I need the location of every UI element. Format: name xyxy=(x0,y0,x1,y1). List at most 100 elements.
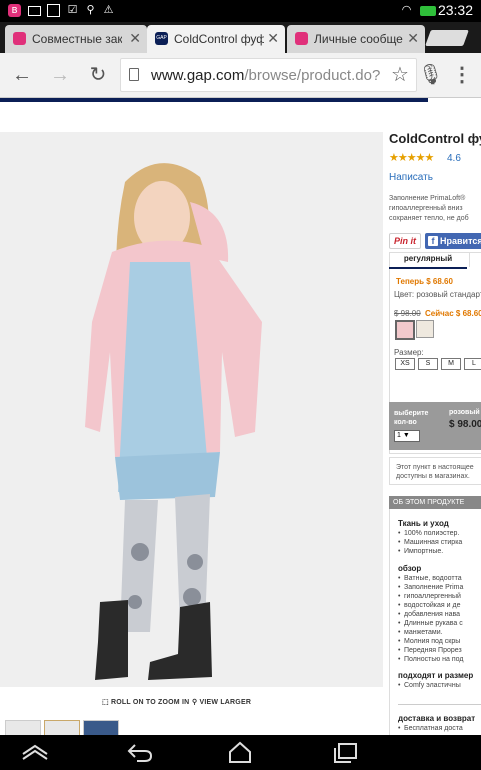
shipping-item: Бесплатная доста xyxy=(398,725,463,733)
facebook-like-button[interactable]: f Нравится xyxy=(425,233,481,249)
tab-favicon-icon xyxy=(13,32,26,45)
overview-item: Длинные рукава с xyxy=(398,620,463,628)
fit-item: Comfy эластичны xyxy=(398,682,461,690)
image-icon xyxy=(47,4,60,17)
page-info-icon[interactable] xyxy=(129,68,139,81)
rating-value[interactable]: 4.6 xyxy=(447,153,461,164)
wifi-icon: ◠ xyxy=(401,4,412,16)
collapse-icon[interactable] xyxy=(20,740,50,764)
fabric-title: Ткань и уход xyxy=(398,519,449,528)
close-icon[interactable]: ✕ xyxy=(129,30,141,47)
quantity-label-line: кол-во xyxy=(394,419,417,426)
app-notification-icon: ʙ xyxy=(8,4,21,17)
microphone-icon[interactable]: 🎙 xyxy=(418,63,443,87)
home-icon[interactable] xyxy=(225,740,255,764)
view-larger-label: VIEW LARGER xyxy=(199,699,252,706)
divider xyxy=(398,704,481,705)
view-larger-control[interactable]: ⚲ VIEW LARGER xyxy=(192,698,251,706)
size-m[interactable]: M xyxy=(441,358,461,370)
fit-title: подходят и размер xyxy=(398,671,474,680)
url-text[interactable]: www.gap.com/browse/product.do? xyxy=(151,67,380,84)
description-line: гипоаллергенный вниз xyxy=(389,205,463,212)
pinterest-button[interactable]: Pin it xyxy=(389,233,421,249)
tab-favicon-icon xyxy=(295,32,308,45)
tab-sovmestnye[interactable]: Совместные зак ✕ xyxy=(5,25,147,53)
back-icon[interactable] xyxy=(125,740,155,764)
size-label: Размер: xyxy=(394,348,424,357)
overview-item: Молния под скры xyxy=(398,638,460,646)
old-price: $ 98.00 xyxy=(394,309,421,318)
product-description: Заполнение PrimaLoft® гипоаллергенный вн… xyxy=(389,194,481,224)
mail-icon xyxy=(28,6,41,16)
product-title: ColdControl фуф xyxy=(389,131,481,146)
browser-toolbar: ← → ↻ www.gap.com/browse/product.do? ☆ 🎙… xyxy=(0,53,481,98)
checkbox-icon: ☑ xyxy=(67,4,78,16)
overview-item: манжетами. xyxy=(398,629,443,637)
bookmark-star-icon[interactable]: ☆ xyxy=(388,63,412,87)
thumbnail[interactable] xyxy=(44,720,80,735)
zoom-label: ROLL ON TO ZOOM IN xyxy=(110,699,190,706)
gap-favicon-icon: GAP xyxy=(155,32,168,45)
thumbnail[interactable] xyxy=(83,720,119,735)
battery-icon xyxy=(420,6,436,16)
tab-title: Личные сообще xyxy=(314,32,403,46)
description-line: Заполнение PrimaLoft® xyxy=(389,195,466,202)
usb-icon: ⚲ xyxy=(86,4,95,16)
fb-like-label: Нравится xyxy=(440,236,481,246)
fabric-item: 100% полиэстер. xyxy=(398,530,459,538)
zoom-icon: ⬚ xyxy=(102,699,109,706)
swatch-pink[interactable] xyxy=(395,320,415,340)
tab-strip: Совместные зак ✕ GAP ColdControl фуф ✕ Л… xyxy=(0,22,481,53)
fabric-item: Импортные. xyxy=(398,548,443,556)
product-details: Ткань и уход 100% полиэстер. Машинная ст… xyxy=(389,509,481,735)
clock: 23:32 xyxy=(437,2,473,18)
sale-price: Сейчас $ 68.60 xyxy=(425,309,481,318)
description-line: сохраняет тепло, не доб xyxy=(389,215,469,222)
color-label: Цвет: розовый стандарт xyxy=(394,290,481,299)
status-bar: ʙ ☑ ⚲ ⚠ ◠ 23:32 xyxy=(0,0,481,22)
overview-item: водостойкая и де xyxy=(398,602,461,610)
fabric-item: Машинная стирка xyxy=(398,539,462,547)
new-tab-button[interactable] xyxy=(425,30,469,46)
thumbnail[interactable] xyxy=(5,720,41,735)
in-store-line: Этот пункт в настоящее xyxy=(396,464,474,471)
size-l[interactable]: L xyxy=(464,358,481,370)
tab-regular[interactable]: регулярный xyxy=(389,252,467,269)
swatch-cream[interactable] xyxy=(416,320,434,338)
shipping-title[interactable]: доставка и возврат xyxy=(398,714,475,723)
quantity-label-line: выберите xyxy=(394,410,429,417)
close-icon[interactable]: ✕ xyxy=(407,30,419,47)
zoom-control[interactable]: ⬚ ROLL ON TO ZOOM IN xyxy=(102,698,189,706)
size-s[interactable]: S xyxy=(418,358,438,370)
overview-item: Заполнение Prima xyxy=(398,584,463,592)
menu-icon[interactable]: ⋮ xyxy=(450,63,474,87)
tab-other[interactable] xyxy=(469,252,481,267)
product-image[interactable] xyxy=(0,132,383,687)
forward-arrow-icon[interactable]: → xyxy=(48,63,72,87)
warning-icon: ⚠ xyxy=(103,4,114,16)
magnifier-icon: ⚲ xyxy=(192,699,198,706)
tab-gap-product[interactable]: GAP ColdControl фуф ✕ xyxy=(147,25,285,53)
overview-title: обзор xyxy=(398,564,422,573)
tab-lichnye[interactable]: Личные сообще ✕ xyxy=(287,25,425,53)
overview-item: Полностью на под xyxy=(398,656,464,664)
retail-label: розовый xyxy=(449,409,480,416)
address-bar[interactable]: www.gap.com/browse/product.do? xyxy=(120,58,417,92)
product-photo-girl-pink-jacket xyxy=(0,132,383,687)
tab-title: Совместные зак xyxy=(32,32,122,46)
tab-title: ColdControl фуф xyxy=(174,32,264,46)
system-nav-bar xyxy=(0,735,481,770)
reload-icon[interactable]: ↻ xyxy=(86,63,110,87)
close-icon[interactable]: ✕ xyxy=(267,30,279,47)
size-xs[interactable]: XS xyxy=(395,358,415,370)
back-arrow-icon[interactable]: ← xyxy=(10,63,34,87)
write-review-link[interactable]: Написать xyxy=(389,172,433,183)
recent-apps-icon[interactable] xyxy=(330,740,360,764)
now-price: Теперь $ 68.60 xyxy=(396,277,453,286)
about-product-header: ОБ ЭТОМ ПРОДУКТЕ xyxy=(389,496,481,509)
in-store-note: Этот пункт в настоящее доступны в магази… xyxy=(389,457,481,485)
rating-stars-icon[interactable]: ★★★★★ xyxy=(389,151,434,164)
quantity-select[interactable]: 1 ▼ xyxy=(394,430,420,442)
facebook-icon: f xyxy=(428,236,438,246)
total-price: $ 98.00 xyxy=(449,419,481,430)
